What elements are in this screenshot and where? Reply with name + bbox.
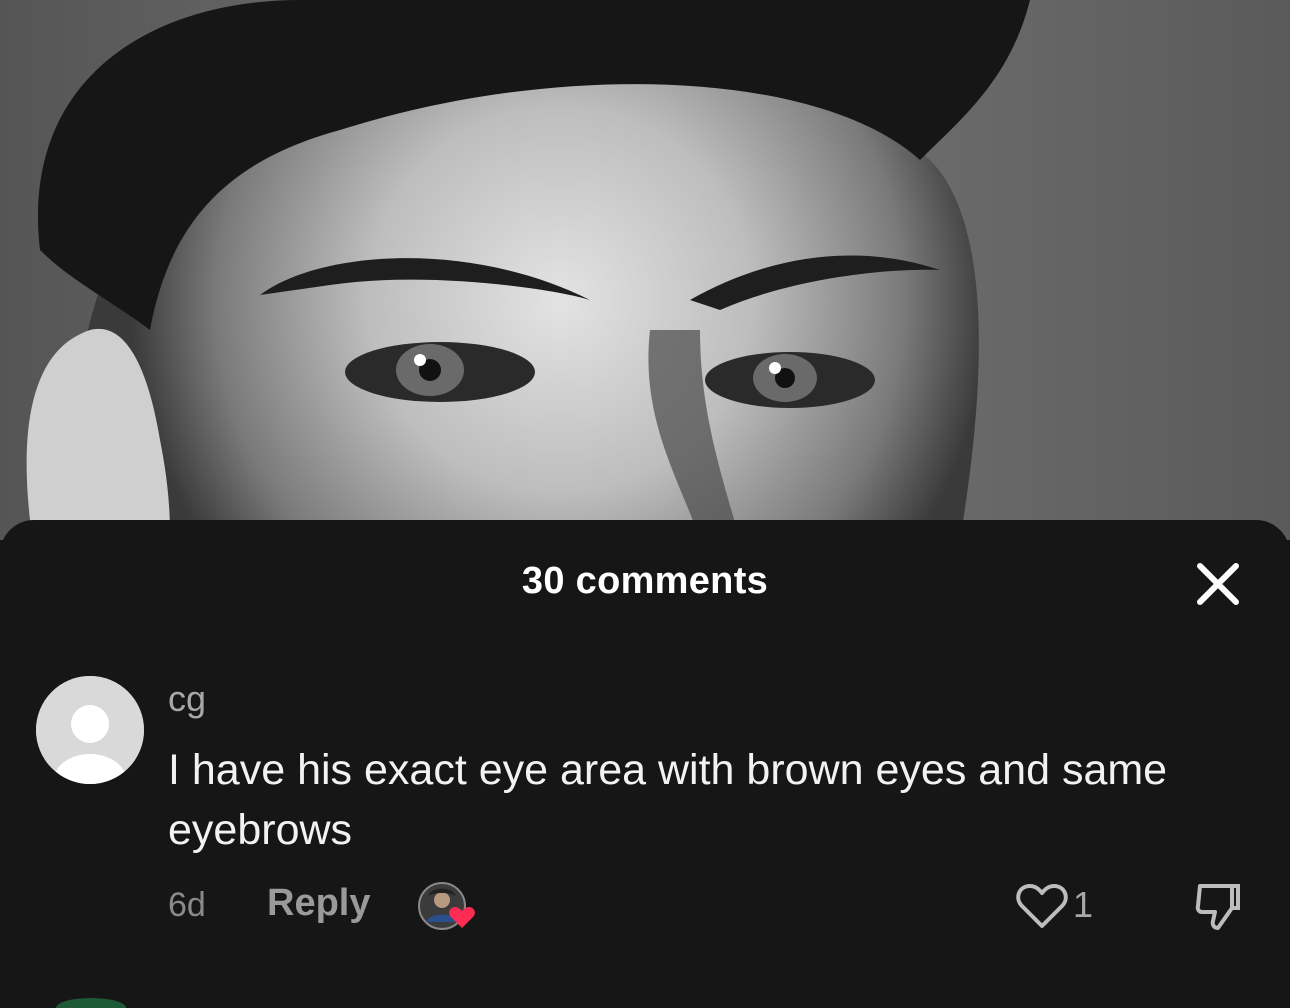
reply-button[interactable]: Reply — [267, 882, 370, 925]
comments-sheet: 30 comments cg I have his exact eye area… — [0, 520, 1290, 1008]
thumbs-down-icon — [1195, 884, 1240, 930]
comment-username[interactable]: cg — [168, 678, 206, 720]
next-comment-avatar[interactable] — [56, 998, 126, 1008]
like-button[interactable] — [1014, 882, 1070, 930]
comment-timestamp: 6d — [168, 886, 206, 924]
like-count: 1 — [1073, 884, 1094, 925]
close-icon — [1197, 563, 1239, 605]
tiktok-comment-screen: 30 comments cg I have his exact eye area… — [0, 0, 1290, 1008]
avatar[interactable] — [36, 676, 144, 784]
comment-text: I have his exact eye area with brown eye… — [168, 746, 1168, 854]
liked-by-creator-badge — [418, 882, 476, 934]
dislike-button[interactable] — [1194, 880, 1242, 932]
close-button[interactable] — [1190, 556, 1246, 612]
default-user-icon — [36, 676, 144, 784]
creator-avatar-heart-icon — [418, 882, 475, 930]
comments-count-title: 30 comments — [521, 560, 769, 602]
video-background-photo[interactable] — [0, 0, 1290, 540]
portrait-photo — [0, 0, 1290, 540]
heart-outline-icon — [1016, 883, 1068, 928]
